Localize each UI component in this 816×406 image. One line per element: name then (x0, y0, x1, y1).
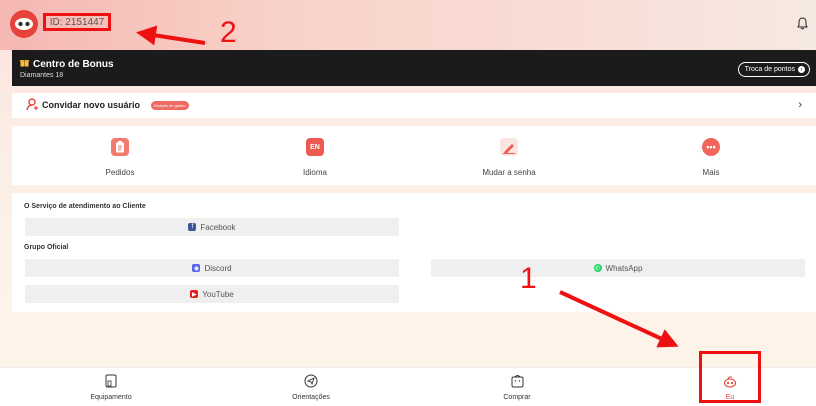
youtube-icon: ▶ (190, 290, 199, 298)
nav-item-equipment[interactable]: Equipamento (56, 374, 166, 401)
whatsapp-icon: ✆ (593, 264, 602, 272)
discord-button[interactable]: ◉ Discord (25, 259, 399, 277)
official-group-title: Grupo Oficial (24, 244, 69, 251)
compass-icon (304, 374, 318, 392)
points-exchange-button[interactable]: Troca de pontos › (737, 62, 810, 77)
menu-item-label: Mais (702, 168, 720, 177)
invite-badge: Doação de ganho (151, 101, 189, 110)
whatsapp-button[interactable]: ✆ WhatsApp (431, 259, 805, 277)
menu-item-more[interactable]: ••• Mais (666, 138, 756, 177)
invite-user-row[interactable]: Convidar novo usuário Doação de ganho › (12, 93, 816, 118)
bell-icon[interactable] (797, 17, 808, 35)
bonus-title: Centro de Bonus (20, 58, 114, 70)
menu-item-label: Mudar a senha (482, 168, 536, 177)
nav-item-shop[interactable]: Comprar (462, 374, 572, 401)
diamonds-count: Diamantes 18 (20, 72, 64, 79)
arrow-right-icon: › (798, 66, 805, 73)
header-bar: ID: 2151447 (0, 0, 816, 50)
clipboard-icon (111, 138, 129, 156)
youtube-label: YouTube (202, 289, 234, 299)
user-id-label: ID: 2151447 (43, 13, 111, 31)
shopping-bag-icon (511, 375, 524, 392)
youtube-button[interactable]: ▶ YouTube (25, 285, 399, 303)
facebook-button[interactable]: f Facebook (25, 218, 399, 236)
bonus-title-text: Centro de Bonus (33, 58, 114, 70)
nav-label: Comprar (503, 394, 531, 401)
annotation-highlight-box (699, 351, 761, 403)
annotation-number-1: 1 (520, 262, 537, 295)
app-logo-icon (10, 10, 38, 38)
invite-label: Convidar novo usuário (42, 100, 141, 110)
customer-service-section: O Serviço de atendimento ao Cliente f Fa… (12, 193, 816, 312)
discord-label: Discord (204, 263, 232, 273)
more-icon: ••• (702, 138, 720, 156)
device-icon (105, 374, 117, 392)
menu-item-label: Idioma (302, 168, 327, 177)
discord-icon: ◉ (192, 264, 201, 272)
menu-grid: Pedidos EN Idioma Mudar a senha ••• Mais (12, 126, 816, 185)
add-user-icon (26, 98, 38, 116)
bottom-navigation: Equipamento Orientações Comprar Eu (0, 367, 816, 406)
bonus-center-banner[interactable]: Centro de Bonus Diamantes 18 Troca de po… (12, 50, 816, 86)
menu-item-orders[interactable]: Pedidos (75, 138, 165, 177)
nav-label: Equipamento (90, 394, 132, 401)
annotation-number-2: 2 (220, 16, 237, 49)
menu-item-label: Pedidos (105, 168, 135, 177)
service-title: O Serviço de atendimento ao Cliente (24, 203, 146, 210)
points-exchange-label: Troca de pontos (744, 66, 795, 73)
nav-item-guide[interactable]: Orientações (256, 374, 366, 401)
gift-icon (20, 58, 29, 70)
facebook-icon: f (188, 223, 197, 231)
pencil-icon (500, 138, 518, 156)
whatsapp-label: WhatsApp (605, 263, 643, 273)
menu-item-change-password[interactable]: Mudar a senha (464, 138, 554, 177)
language-icon: EN (306, 138, 324, 156)
nav-label: Orientações (292, 394, 330, 401)
menu-item-language[interactable]: EN Idioma (270, 138, 360, 177)
facebook-label: Facebook (200, 222, 236, 232)
chevron-right-icon: › (798, 99, 802, 111)
